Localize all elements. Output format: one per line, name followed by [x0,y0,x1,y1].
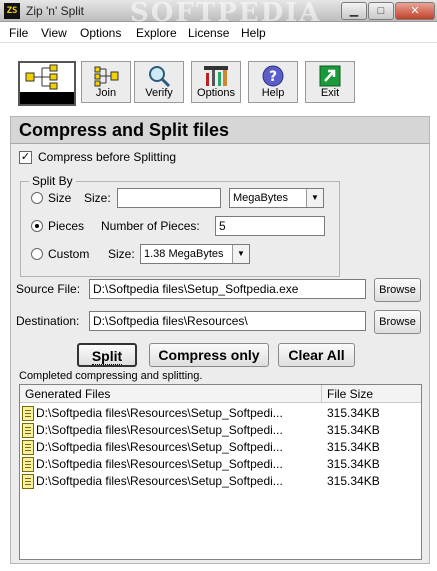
compress-before-splitting-label: Compress before Splitting [38,150,177,164]
options-tool-button[interactable]: Options [191,61,241,103]
pieces-input[interactable]: 5 [215,216,325,236]
file-name: D:\Softpedia files\Resources\Setup_Softp… [36,440,283,454]
size-input[interactable] [117,188,221,208]
source-file-input[interactable]: D:\Softpedia files\Setup_Softpedia.exe [89,279,366,299]
size-field-label: Size: [84,191,111,205]
file-size: 315.34KB [327,423,380,437]
column-generated-files[interactable]: Generated Files [20,385,321,403]
maximize-button[interactable]: □ [368,2,394,20]
menu-bar: File View Options Explore License Help [0,22,437,43]
split-by-title: Split By [29,174,76,188]
split-tool-bar [20,92,74,104]
join-tool-button[interactable]: Join [81,61,131,103]
close-button[interactable]: ✕ [395,2,435,20]
status-text: Completed compressing and splitting. [19,370,203,382]
verify-label: Verify [145,87,173,99]
column-file-size[interactable]: File Size [321,385,421,403]
destination-label: Destination: [16,314,80,328]
file-icon [22,474,34,489]
generated-files-list[interactable]: Generated Files File Size D:\Softpedia f… [19,384,422,560]
file-name: D:\Softpedia files\Resources\Setup_Softp… [36,474,283,488]
compress-only-button[interactable]: Compress only [149,343,269,367]
menu-file[interactable]: File [9,26,28,40]
window-title: Zip 'n' Split [26,4,84,18]
file-icon [22,457,34,472]
clear-all-button[interactable]: Clear All [278,343,355,367]
size-unit-select[interactable]: MegaBytes ▼ [229,188,324,208]
custom-size-select[interactable]: 1.38 MegaBytes ▼ [140,244,250,264]
file-icon [22,440,34,455]
menu-explore[interactable]: Explore [136,26,177,40]
exit-tool-button[interactable]: Exit [305,61,355,103]
menu-help[interactable]: Help [241,26,266,40]
source-file-label: Source File: [16,282,81,296]
list-header: Generated Files File Size [20,385,421,403]
split-by-group: Split By Size Size: MegaBytes ▼ Pieces N… [20,174,340,277]
minimize-icon: ▁ [349,5,359,17]
file-icon [22,406,34,421]
split-by-pieces-radio[interactable] [31,220,43,232]
file-size: 315.34KB [327,457,380,471]
options-label: Options [197,87,235,99]
main-panel: Compress and Split files ✓ Compress befo… [10,116,430,564]
exit-label: Exit [320,87,340,99]
chevron-down-icon: ▼ [306,189,323,207]
help-label: Help [261,87,285,99]
size-unit-value: MegaBytes [233,192,289,204]
custom-field-label: Size: [108,247,135,261]
magnifier-icon [149,66,171,87]
join-label: Join [95,87,117,99]
file-size: 315.34KB [327,440,380,454]
compress-before-splitting-checkbox[interactable]: ✓ [19,151,32,164]
source-browse-button[interactable]: Browse [374,278,421,302]
toolbar: Join Verify Options ? Help Exit [0,44,437,114]
file-size: 315.34KB [327,406,380,420]
join-icon [94,66,119,87]
exit-icon [319,65,341,87]
size-radio-label: Size [48,191,72,205]
file-name: D:\Softpedia files\Resources\Setup_Softp… [36,406,283,420]
file-name: D:\Softpedia files\Resources\Setup_Softp… [36,457,283,471]
split-button-label: Split [91,348,123,365]
help-icon: ? [262,65,284,87]
section-title: Compress and Split files [11,117,429,144]
list-item[interactable]: D:\Softpedia files\Resources\Setup_Softp… [20,473,421,490]
list-item[interactable]: D:\Softpedia files\Resources\Setup_Softp… [20,422,421,439]
menu-view[interactable]: View [41,26,67,40]
split-button[interactable]: Split [77,343,137,367]
list-item[interactable]: D:\Softpedia files\Resources\Setup_Softp… [20,405,421,422]
pieces-field-label: Number of Pieces: [101,219,200,233]
tools-icon [204,66,228,86]
title-bar[interactable]: ZS Zip 'n' Split SOFTPEDIA ▁ □ ✕ [0,0,437,28]
split-by-size-radio[interactable] [31,192,43,204]
file-size: 315.34KB [327,474,380,488]
custom-size-value: 1.38 MegaBytes [144,248,224,260]
app-icon: ZS [4,3,20,19]
pieces-radio-label: Pieces [48,219,85,233]
split-by-custom-radio[interactable] [31,248,43,260]
file-name: D:\Softpedia files\Resources\Setup_Softp… [36,423,283,437]
destination-input[interactable]: D:\Softpedia files\Resources\ [89,311,366,331]
close-icon: ✕ [410,5,420,17]
custom-radio-label: Custom [48,247,90,261]
help-tool-button[interactable]: ? Help [248,61,298,103]
svg-text:?: ? [269,69,277,85]
list-item[interactable]: D:\Softpedia files\Resources\Setup_Softp… [20,456,421,473]
file-icon [22,423,34,438]
maximize-icon: □ [377,5,385,17]
split-icon [25,64,58,90]
minimize-button[interactable]: ▁ [341,2,367,20]
menu-options[interactable]: Options [80,26,121,40]
chevron-down-icon: ▼ [232,245,249,263]
menu-license[interactable]: License [188,26,229,40]
split-tool-button[interactable] [18,61,76,106]
list-item[interactable]: D:\Softpedia files\Resources\Setup_Softp… [20,439,421,456]
destination-browse-button[interactable]: Browse [374,310,421,334]
verify-tool-button[interactable]: Verify [134,61,184,103]
